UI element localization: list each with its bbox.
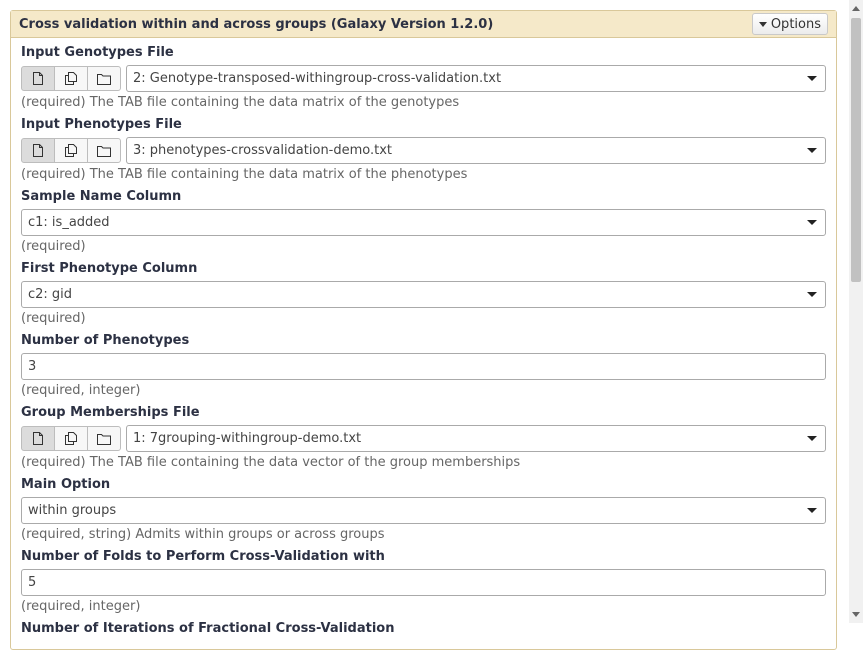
field-num-phenotypes: Number of Phenotypes (required, integer) bbox=[21, 332, 826, 400]
vertical-scrollbar[interactable] bbox=[849, 0, 863, 623]
select-value: within groups bbox=[28, 503, 117, 518]
field-label: Group Memberships File bbox=[21, 405, 200, 420]
field-label: Number of Phenotypes bbox=[21, 333, 190, 348]
field-help: (required) The TAB file containing the d… bbox=[21, 95, 460, 110]
field-label: Main Option bbox=[21, 477, 111, 492]
field-label: Input Genotypes File bbox=[21, 45, 174, 60]
single-dataset-button[interactable] bbox=[21, 426, 55, 451]
dataset-collection-icon bbox=[97, 73, 111, 85]
field-help: (required, string) Admits within groups … bbox=[21, 527, 385, 542]
field-label: Number of Folds to Perform Cross-Validat… bbox=[21, 549, 385, 564]
multiple-datasets-icon bbox=[65, 72, 77, 85]
field-help: (required) The TAB file containing the d… bbox=[21, 455, 521, 470]
field-label: Sample Name Column bbox=[21, 189, 182, 204]
scroll-down-arrow-icon[interactable] bbox=[852, 612, 860, 617]
sample-column-select[interactable]: c1: is_added bbox=[21, 209, 826, 236]
select-value: 2: Genotype-transposed-withingroup-cross… bbox=[133, 71, 502, 86]
dataset-collection-icon bbox=[97, 433, 111, 445]
tool-form: Cross validation within and across group… bbox=[10, 10, 837, 650]
single-dataset-icon bbox=[33, 144, 43, 157]
field-main-option: Main Option within groups (required, str… bbox=[21, 476, 826, 544]
multiple-datasets-button[interactable] bbox=[54, 66, 88, 91]
select-value: c2: gid bbox=[28, 287, 73, 302]
select-value: c1: is_added bbox=[28, 215, 110, 230]
multiple-datasets-icon bbox=[65, 144, 77, 157]
tool-title: Cross validation within and across group… bbox=[19, 16, 494, 32]
tool-body: Input Genotypes File 2: Genotype-transpo… bbox=[11, 38, 836, 638]
phenotypes-select[interactable]: 3: phenotypes-crossvalidation-demo.txt bbox=[126, 137, 826, 164]
genotypes-select[interactable]: 2: Genotype-transposed-withingroup-cross… bbox=[126, 65, 826, 92]
caret-down-icon bbox=[758, 21, 767, 27]
dataset-collection-button[interactable] bbox=[87, 138, 121, 163]
field-help: (required) bbox=[21, 239, 86, 254]
single-dataset-icon bbox=[33, 72, 43, 85]
field-help: (required) bbox=[21, 311, 86, 326]
dataset-collection-button[interactable] bbox=[87, 426, 121, 451]
field-help: (required, integer) bbox=[21, 383, 141, 398]
dataset-mode-buttons bbox=[21, 426, 121, 451]
dataset-collection-icon bbox=[97, 145, 111, 157]
field-sample-column: Sample Name Column c1: is_added (require… bbox=[21, 188, 826, 256]
folds-input[interactable] bbox=[21, 569, 826, 596]
dropdown-arrow-icon bbox=[807, 292, 817, 297]
single-dataset-button[interactable] bbox=[21, 138, 55, 163]
dataset-mode-buttons bbox=[21, 138, 121, 163]
field-phenotypes: Input Phenotypes File 3: phenotypes-cros… bbox=[21, 116, 826, 184]
multiple-datasets-button[interactable] bbox=[54, 138, 88, 163]
scrollbar-thumb[interactable] bbox=[851, 18, 861, 282]
single-dataset-icon bbox=[33, 432, 43, 445]
main-option-select[interactable]: within groups bbox=[21, 497, 826, 524]
options-label: Options bbox=[770, 16, 821, 32]
dropdown-arrow-icon bbox=[807, 508, 817, 513]
groups-select[interactable]: 1: 7grouping-withingroup-demo.txt bbox=[126, 425, 826, 452]
field-groups: Group Memberships File 1: 7grouping-with… bbox=[21, 404, 826, 472]
single-dataset-button[interactable] bbox=[21, 66, 55, 91]
first-phenotype-select[interactable]: c2: gid bbox=[21, 281, 826, 308]
tool-header: Cross validation within and across group… bbox=[11, 11, 836, 38]
multiple-datasets-button[interactable] bbox=[54, 426, 88, 451]
scroll-up-arrow-icon[interactable] bbox=[852, 6, 860, 11]
field-genotypes: Input Genotypes File 2: Genotype-transpo… bbox=[21, 44, 826, 112]
dataset-mode-buttons bbox=[21, 66, 121, 91]
dropdown-arrow-icon bbox=[807, 220, 817, 225]
dropdown-arrow-icon bbox=[807, 148, 817, 153]
dropdown-arrow-icon bbox=[807, 76, 817, 81]
select-value: 1: 7grouping-withingroup-demo.txt bbox=[133, 431, 362, 446]
options-button[interactable]: Options bbox=[751, 13, 828, 35]
field-label: First Phenotype Column bbox=[21, 261, 198, 276]
dropdown-arrow-icon bbox=[807, 436, 817, 441]
select-value: 3: phenotypes-crossvalidation-demo.txt bbox=[133, 143, 393, 158]
dataset-collection-button[interactable] bbox=[87, 66, 121, 91]
field-help: (required, integer) bbox=[21, 599, 141, 614]
field-first-phenotype: First Phenotype Column c2: gid (required… bbox=[21, 260, 826, 328]
field-help: (required) The TAB file containing the d… bbox=[21, 167, 468, 182]
field-folds: Number of Folds to Perform Cross-Validat… bbox=[21, 548, 826, 616]
field-label: Input Phenotypes File bbox=[21, 117, 182, 132]
multiple-datasets-icon bbox=[65, 432, 77, 445]
num-phenotypes-input[interactable] bbox=[21, 353, 826, 380]
